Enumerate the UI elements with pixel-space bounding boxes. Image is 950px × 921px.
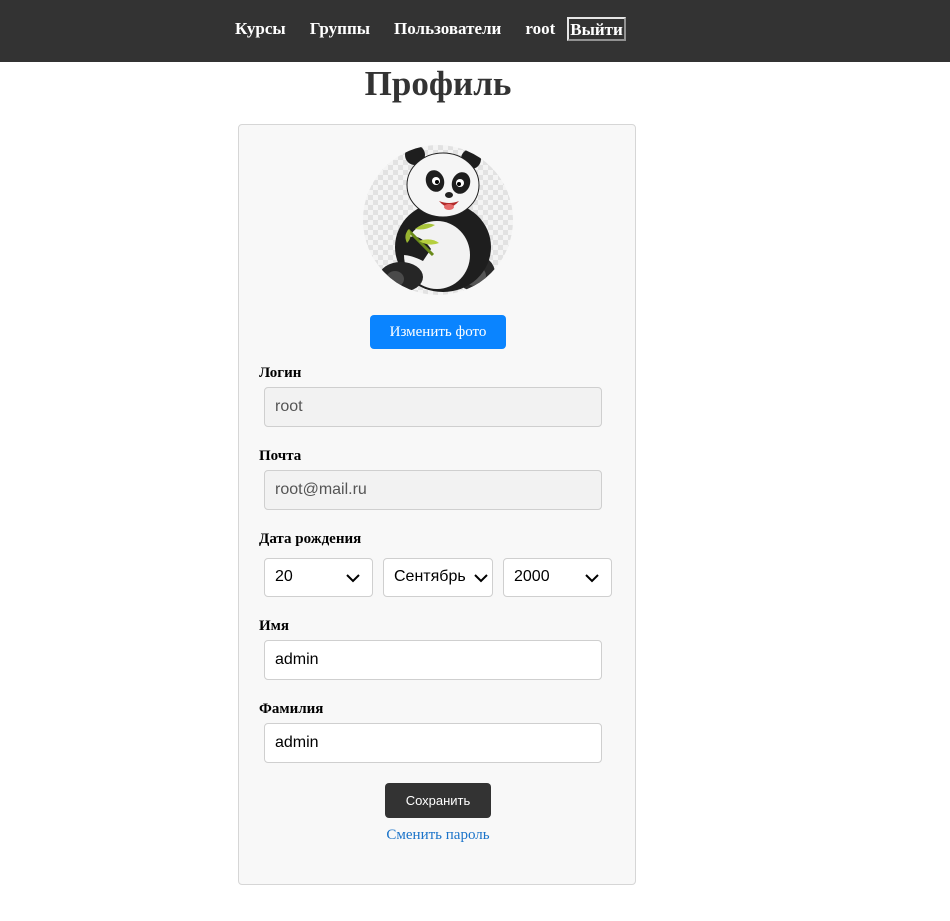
nav-groups-link[interactable]: Группы [310,17,370,41]
birth-date-label: Дата рождения [259,531,362,547]
last-name-label: Фамилия [259,701,324,717]
nav-profile-link[interactable]: root [525,17,555,41]
email-label: Почта [259,448,302,464]
email-field[interactable] [264,470,602,510]
top-navbar: Курсы Группы Пользователи root Выйти [0,0,950,62]
profile-card: Изменить фото Логин Почта Дата рождения … [238,124,636,885]
save-button[interactable]: Сохранить [385,783,491,818]
birth-month-select[interactable]: Сентябрь [383,558,493,597]
panda-avatar-icon [379,145,495,292]
change-password-link[interactable]: Сменить пароль [239,827,637,844]
birth-day-select[interactable]: 20 [264,558,373,597]
chevron-down-icon [346,574,360,583]
birth-year-select[interactable]: 2000 [503,558,612,597]
last-name-field[interactable] [264,723,602,763]
chevron-down-icon [474,574,488,583]
change-photo-button[interactable]: Изменить фото [370,315,506,349]
first-name-field[interactable] [264,640,602,680]
first-name-label: Имя [259,618,289,634]
page-title: Профиль [364,64,512,103]
nav-users-link[interactable]: Пользователи [394,17,501,41]
birth-year-value: 2000 [514,568,550,585]
birth-day-value: 20 [275,568,293,585]
nav-menu: Курсы Группы Пользователи root Выйти [235,17,626,41]
birth-month-value: Сентябрь [394,568,466,585]
nav-courses-link[interactable]: Курсы [235,17,286,41]
login-field[interactable] [264,387,602,427]
chevron-down-icon [585,574,599,583]
avatar [363,145,513,295]
logout-button[interactable]: Выйти [567,17,626,41]
login-label: Логин [259,365,302,381]
